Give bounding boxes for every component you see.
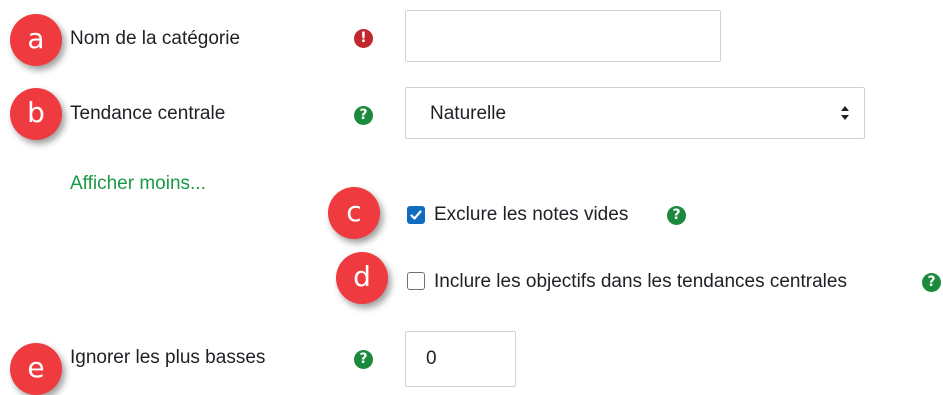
annotation-badge-e: e — [10, 343, 62, 395]
annotation-badge-d: d — [336, 252, 388, 304]
drop-lowest-input[interactable] — [405, 331, 516, 387]
checkmark-icon — [410, 210, 422, 220]
category-name-input[interactable] — [405, 10, 721, 62]
drop-lowest-label: Ignorer les plus basses — [70, 347, 266, 368]
aggregation-select[interactable]: Naturelle — [405, 87, 865, 139]
aggregation-selected-value: Naturelle — [430, 103, 507, 124]
exclamation-icon: ! — [354, 29, 373, 48]
annotation-badge-b: b — [10, 88, 62, 140]
question-icon[interactable]: ? — [922, 273, 941, 292]
question-icon[interactable]: ? — [354, 350, 373, 369]
annotation-badge-c: c — [328, 187, 380, 239]
exclude-empty-checkbox[interactable] — [407, 206, 425, 224]
include-outcomes-label: Inclure les objectifs dans les tendances… — [434, 271, 847, 292]
select-arrows-icon — [841, 106, 849, 120]
exclude-empty-label: Exclure les notes vides — [434, 204, 629, 225]
include-outcomes-checkbox[interactable] — [407, 272, 425, 290]
annotation-badge-a: a — [10, 14, 62, 66]
question-icon[interactable]: ? — [354, 106, 373, 125]
question-icon[interactable]: ? — [667, 206, 686, 225]
aggregation-label: Tendance centrale — [70, 103, 226, 124]
show-less-link[interactable]: Afficher moins... — [70, 172, 206, 196]
category-name-label: Nom de la catégorie — [70, 28, 241, 49]
